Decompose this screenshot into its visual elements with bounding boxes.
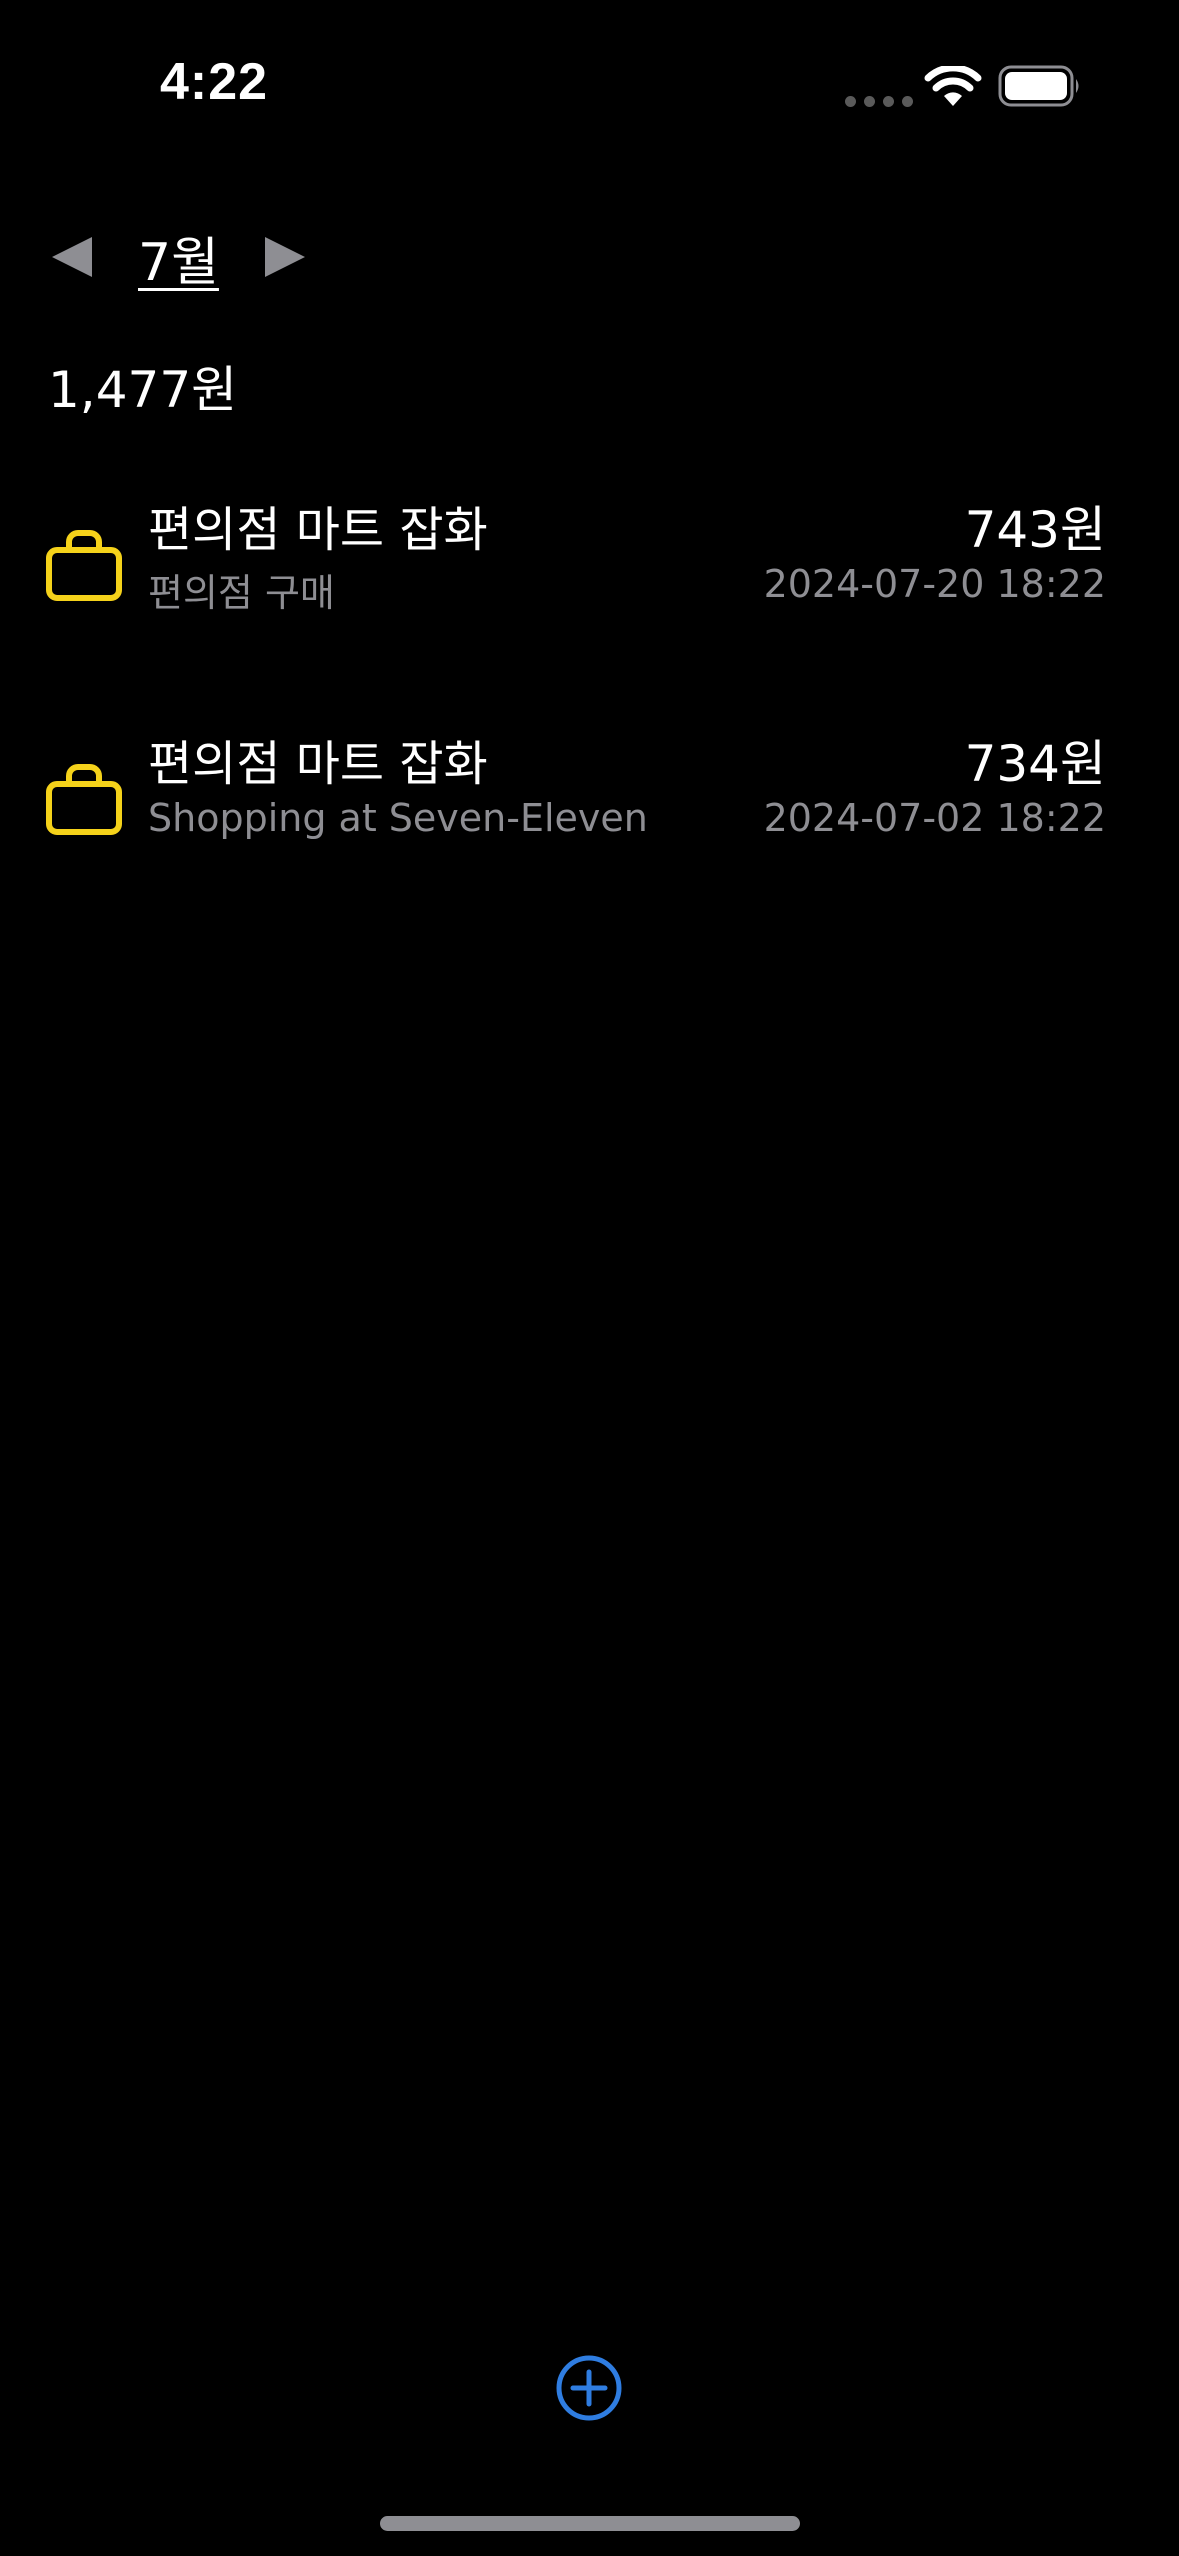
prev-month-button[interactable] xyxy=(48,233,96,281)
monthly-total: 1,477원 xyxy=(48,361,238,419)
transaction-description: 편의점 구매 xyxy=(148,571,335,615)
status-time: 4:22 xyxy=(160,53,269,111)
transaction-row[interactable]: 편의점 마트 잡화 Shopping at Seven-Eleven 734원 … xyxy=(44,724,1106,864)
bag-icon xyxy=(46,530,122,601)
transaction-category: 편의점 마트 잡화 xyxy=(148,736,488,792)
home-indicator xyxy=(380,2516,800,2531)
next-month-button[interactable] xyxy=(261,233,309,281)
month-navigator: 7월 xyxy=(48,220,309,295)
transaction-datetime: 2024-07-20 18:22 xyxy=(763,562,1106,606)
bag-icon xyxy=(46,764,122,835)
transaction-amount: 743원 xyxy=(964,501,1106,559)
transaction-row[interactable]: 편의점 마트 잡화 편의점 구매 743원 2024-07-20 18:22 xyxy=(44,490,1106,630)
month-label[interactable]: 7월 xyxy=(138,220,219,295)
cellular-signal-icon xyxy=(845,96,913,107)
wifi-icon xyxy=(924,66,982,106)
battery-icon xyxy=(998,65,1079,107)
transaction-category: 편의점 마트 잡화 xyxy=(148,502,488,558)
transaction-amount: 734원 xyxy=(964,735,1106,793)
transaction-description: Shopping at Seven-Eleven xyxy=(148,796,648,840)
transaction-datetime: 2024-07-02 18:22 xyxy=(763,796,1106,840)
add-transaction-button[interactable] xyxy=(555,2354,623,2422)
